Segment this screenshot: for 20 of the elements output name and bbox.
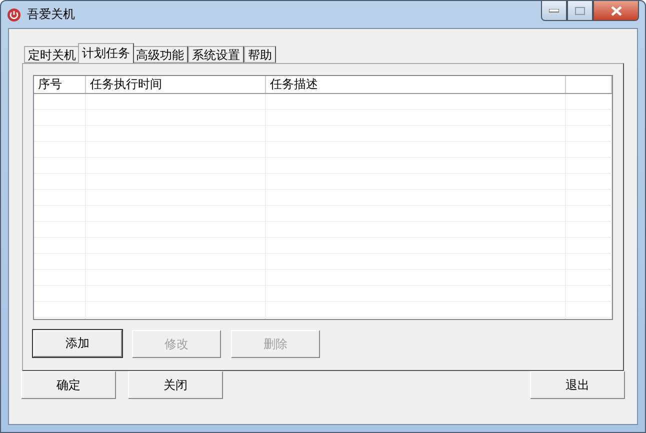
maximize-icon — [575, 6, 585, 14]
tab[interactable]: 系统设置 — [188, 46, 244, 63]
minimize-icon — [549, 8, 559, 12]
column-header[interactable]: 任务描述 — [266, 76, 566, 93]
dialog-button[interactable]: 关闭 — [128, 371, 223, 399]
power-icon — [7, 8, 21, 22]
window-title: 吾爱关机 — [27, 6, 76, 23]
exit-button[interactable]: 退出 — [530, 371, 625, 399]
tab[interactable]: 定时关机 — [24, 46, 80, 63]
minimize-button[interactable] — [541, 1, 567, 21]
column-header[interactable]: 任务执行时间 — [86, 76, 266, 93]
tab[interactable]: 高级功能 — [132, 46, 188, 63]
dialog-button[interactable]: 确定 — [21, 371, 116, 399]
task-button[interactable]: 添加 — [33, 330, 122, 357]
maximize-button[interactable] — [567, 1, 593, 21]
column-header[interactable]: 序号 — [34, 76, 86, 93]
close-button[interactable] — [593, 1, 639, 21]
tab[interactable]: 帮助 — [244, 46, 276, 63]
tab[interactable]: 计划任务 — [78, 43, 134, 63]
close-icon — [610, 6, 622, 16]
